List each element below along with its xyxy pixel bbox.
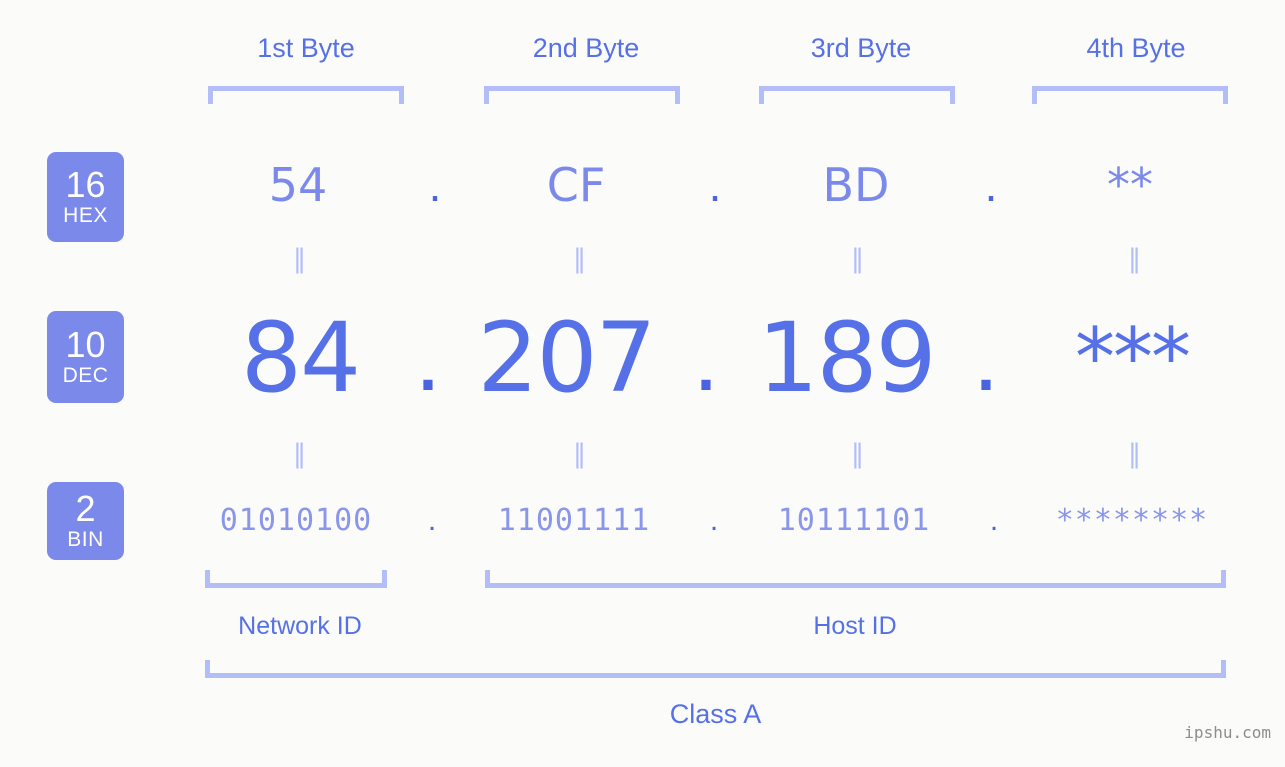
equals-mark-dec-bin-2: ‖ <box>573 439 587 469</box>
dec-byte-3: 189 <box>757 302 936 414</box>
bin-separator-3: . <box>989 504 999 537</box>
base-badge-bin-abbr: BIN <box>67 527 104 551</box>
equals-mark-dec-bin-3: ‖ <box>851 439 865 469</box>
host-id-bracket <box>485 570 1226 588</box>
base-badge-hex-abbr: HEX <box>63 203 108 227</box>
bin-byte-2: 11001111 <box>497 503 651 538</box>
class-label: Class A <box>669 699 762 729</box>
base-badge-dec-abbr: DEC <box>62 363 109 387</box>
base-badge-bin: 2 BIN <box>47 482 124 560</box>
host-id-label: Host ID <box>813 612 897 640</box>
network-id-bracket <box>205 570 387 588</box>
base-badge-bin-number: 2 <box>75 488 96 530</box>
dec-separator-3: . <box>972 304 1000 411</box>
equals-mark-hex-dec-1: ‖ <box>293 244 307 274</box>
watermark: ipshu.com <box>1184 723 1271 742</box>
bin-byte-3: 10111101 <box>777 503 931 538</box>
equals-mark-dec-bin-4: ‖ <box>1128 439 1142 469</box>
dec-separator-1: . <box>414 304 442 411</box>
byte-bracket-1 <box>208 86 404 104</box>
dec-byte-2: 207 <box>477 302 656 414</box>
network-id-label: Network ID <box>238 612 362 640</box>
base-badge-dec-number: 10 <box>65 324 106 366</box>
bin-separator-2: . <box>709 504 719 537</box>
hex-separator-2: . <box>708 159 722 211</box>
equals-mark-hex-dec-2: ‖ <box>573 244 587 274</box>
byte-bracket-2 <box>484 86 680 104</box>
byte-bracket-4 <box>1032 86 1228 104</box>
dec-separator-2: . <box>692 304 720 411</box>
equals-mark-hex-dec-4: ‖ <box>1128 244 1142 274</box>
byte-header-1: 1st Byte <box>257 33 355 63</box>
hex-byte-3: BD <box>822 158 890 212</box>
equals-mark-dec-bin-1: ‖ <box>293 439 307 469</box>
bin-byte-4: ******** <box>1055 503 1209 538</box>
hex-byte-1: 54 <box>268 158 328 212</box>
hex-separator-3: . <box>984 159 998 211</box>
byte-bracket-3 <box>759 86 955 104</box>
dec-byte-4: *** <box>1075 311 1191 404</box>
hex-separator-1: . <box>428 159 442 211</box>
bin-byte-1: 01010100 <box>219 503 373 538</box>
bin-separator-1: . <box>427 504 437 537</box>
base-badge-hex: 16 HEX <box>47 152 124 242</box>
byte-header-4: 4th Byte <box>1086 33 1186 63</box>
base-badge-hex-number: 16 <box>65 164 106 206</box>
equals-mark-hex-dec-3: ‖ <box>851 244 865 274</box>
base-badge-dec: 10 DEC <box>47 311 124 403</box>
ip-breakdown-diagram: 1st Byte 2nd Byte 3rd Byte 4th Byte 16 H… <box>0 0 1285 767</box>
class-bracket <box>205 660 1226 678</box>
dec-byte-1: 84 <box>240 302 361 414</box>
byte-header-2: 2nd Byte <box>532 33 640 63</box>
byte-header-3: 3rd Byte <box>810 33 912 63</box>
hex-byte-2: CF <box>546 158 606 212</box>
hex-byte-4: ** <box>1107 158 1153 212</box>
